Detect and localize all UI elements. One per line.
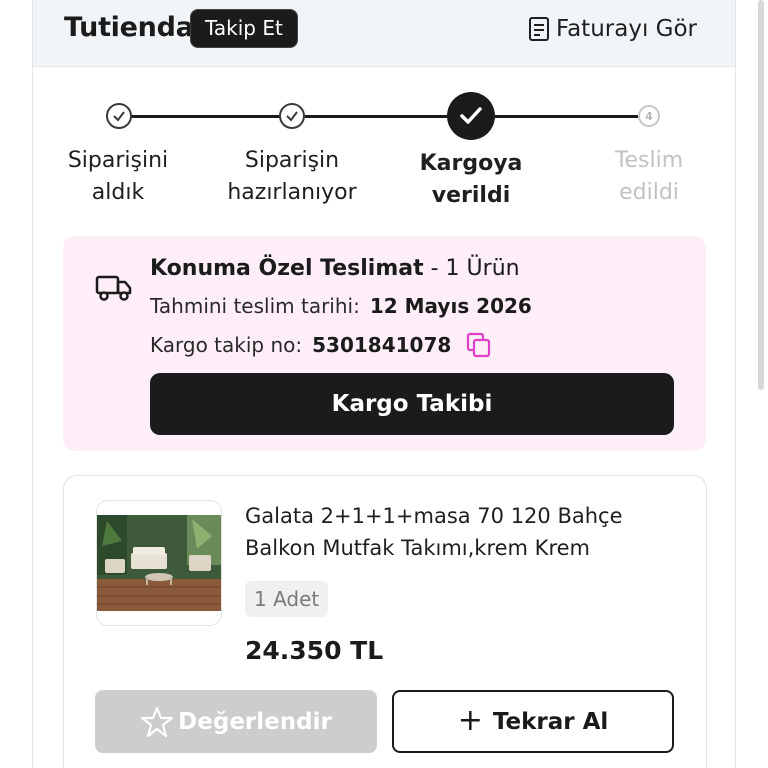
step-4-label: Teslim edildi	[559, 145, 739, 209]
reorder-button-label: Tekrar Al	[492, 708, 609, 735]
quantity-badge: 1 Adet	[245, 581, 329, 617]
rate-button[interactable]: Değerlendir	[95, 690, 377, 753]
stepper-line-2	[305, 115, 450, 118]
step-1-label-line1: Siparişini	[67, 148, 169, 173]
star-icon	[141, 706, 174, 737]
step-2-check-icon	[279, 103, 305, 129]
step-2-label-line2: hazırlanıyor	[227, 180, 357, 205]
delivery-info-card: Konuma Özel Teslimat - 1 Ürün Tahmini te…	[63, 236, 706, 451]
step-3-label-line1: Kargoya	[419, 151, 523, 176]
eta-value: 12 Mayıs 2026	[369, 294, 532, 318]
copy-icon[interactable]	[465, 331, 493, 359]
product-card: Galata 2+1+1+masa 70 120 Bahçe Balkon Mu…	[63, 475, 707, 768]
order-detail-screen: Tutienda Takip Et Faturayı Gör 4 Sipariş…	[0, 0, 768, 768]
step-3-label-line2: verildi	[431, 183, 511, 208]
delivery-type: Konuma Özel Teslimat	[150, 256, 424, 281]
step-4-number-icon: 4	[638, 105, 660, 127]
view-invoice-link[interactable]: Faturayı Gör	[528, 14, 697, 44]
scrollbar[interactable]	[758, 0, 764, 390]
store-name[interactable]: Tutienda	[64, 12, 194, 43]
step-4-number: 4	[645, 109, 653, 123]
product-price: 24.350 TL	[245, 636, 384, 665]
step-4-label-line2: edildi	[619, 180, 679, 205]
eta-row: Tahmini teslim tarihi: 12 Mayıs 2026	[150, 294, 532, 318]
product-title[interactable]: Galata 2+1+1+masa 70 120 Bahçe Balkon Mu…	[245, 500, 665, 564]
tracking-label: Kargo takip no:	[150, 333, 303, 357]
step-3-check-icon	[447, 92, 495, 140]
document-icon	[528, 17, 549, 41]
page-right-border	[735, 0, 736, 768]
store-header: Tutienda Takip Et Faturayı Gör	[33, 0, 735, 67]
follow-button[interactable]: Takip Et	[190, 9, 298, 48]
step-1-label: Siparişini aldık	[28, 145, 208, 209]
tracking-row: Kargo takip no: 5301841078	[150, 331, 493, 359]
step-4-label-line1: Teslim	[614, 148, 684, 173]
step-2-label: Siparişin hazırlanıyor	[202, 145, 382, 209]
step-2-label-line1: Siparişin	[244, 148, 340, 173]
invoice-label: Faturayı Gör	[555, 16, 697, 42]
truck-icon	[95, 275, 132, 301]
plus-icon: +	[457, 702, 483, 738]
product-image[interactable]	[96, 500, 222, 626]
page-left-border	[32, 0, 33, 768]
stepper-line-1	[131, 115, 281, 118]
reorder-button[interactable]: + Tekrar Al	[392, 690, 674, 753]
patio-furniture-image	[97, 501, 221, 625]
step-3-label: Kargoya verildi	[381, 148, 561, 212]
step-1-label-line2: aldık	[91, 180, 145, 205]
rate-button-label: Değerlendir	[178, 708, 332, 735]
eta-label: Tahmini teslim tarihi:	[150, 294, 360, 318]
tracking-number: 5301841078	[312, 333, 452, 357]
delivery-title: Konuma Özel Teslimat - 1 Ürün	[150, 256, 520, 281]
delivery-item-count: - 1 Ürün	[423, 256, 520, 281]
step-1-check-icon	[106, 103, 132, 129]
stepper-line-3	[495, 115, 638, 118]
track-shipment-button[interactable]: Kargo Takibi	[150, 373, 674, 435]
